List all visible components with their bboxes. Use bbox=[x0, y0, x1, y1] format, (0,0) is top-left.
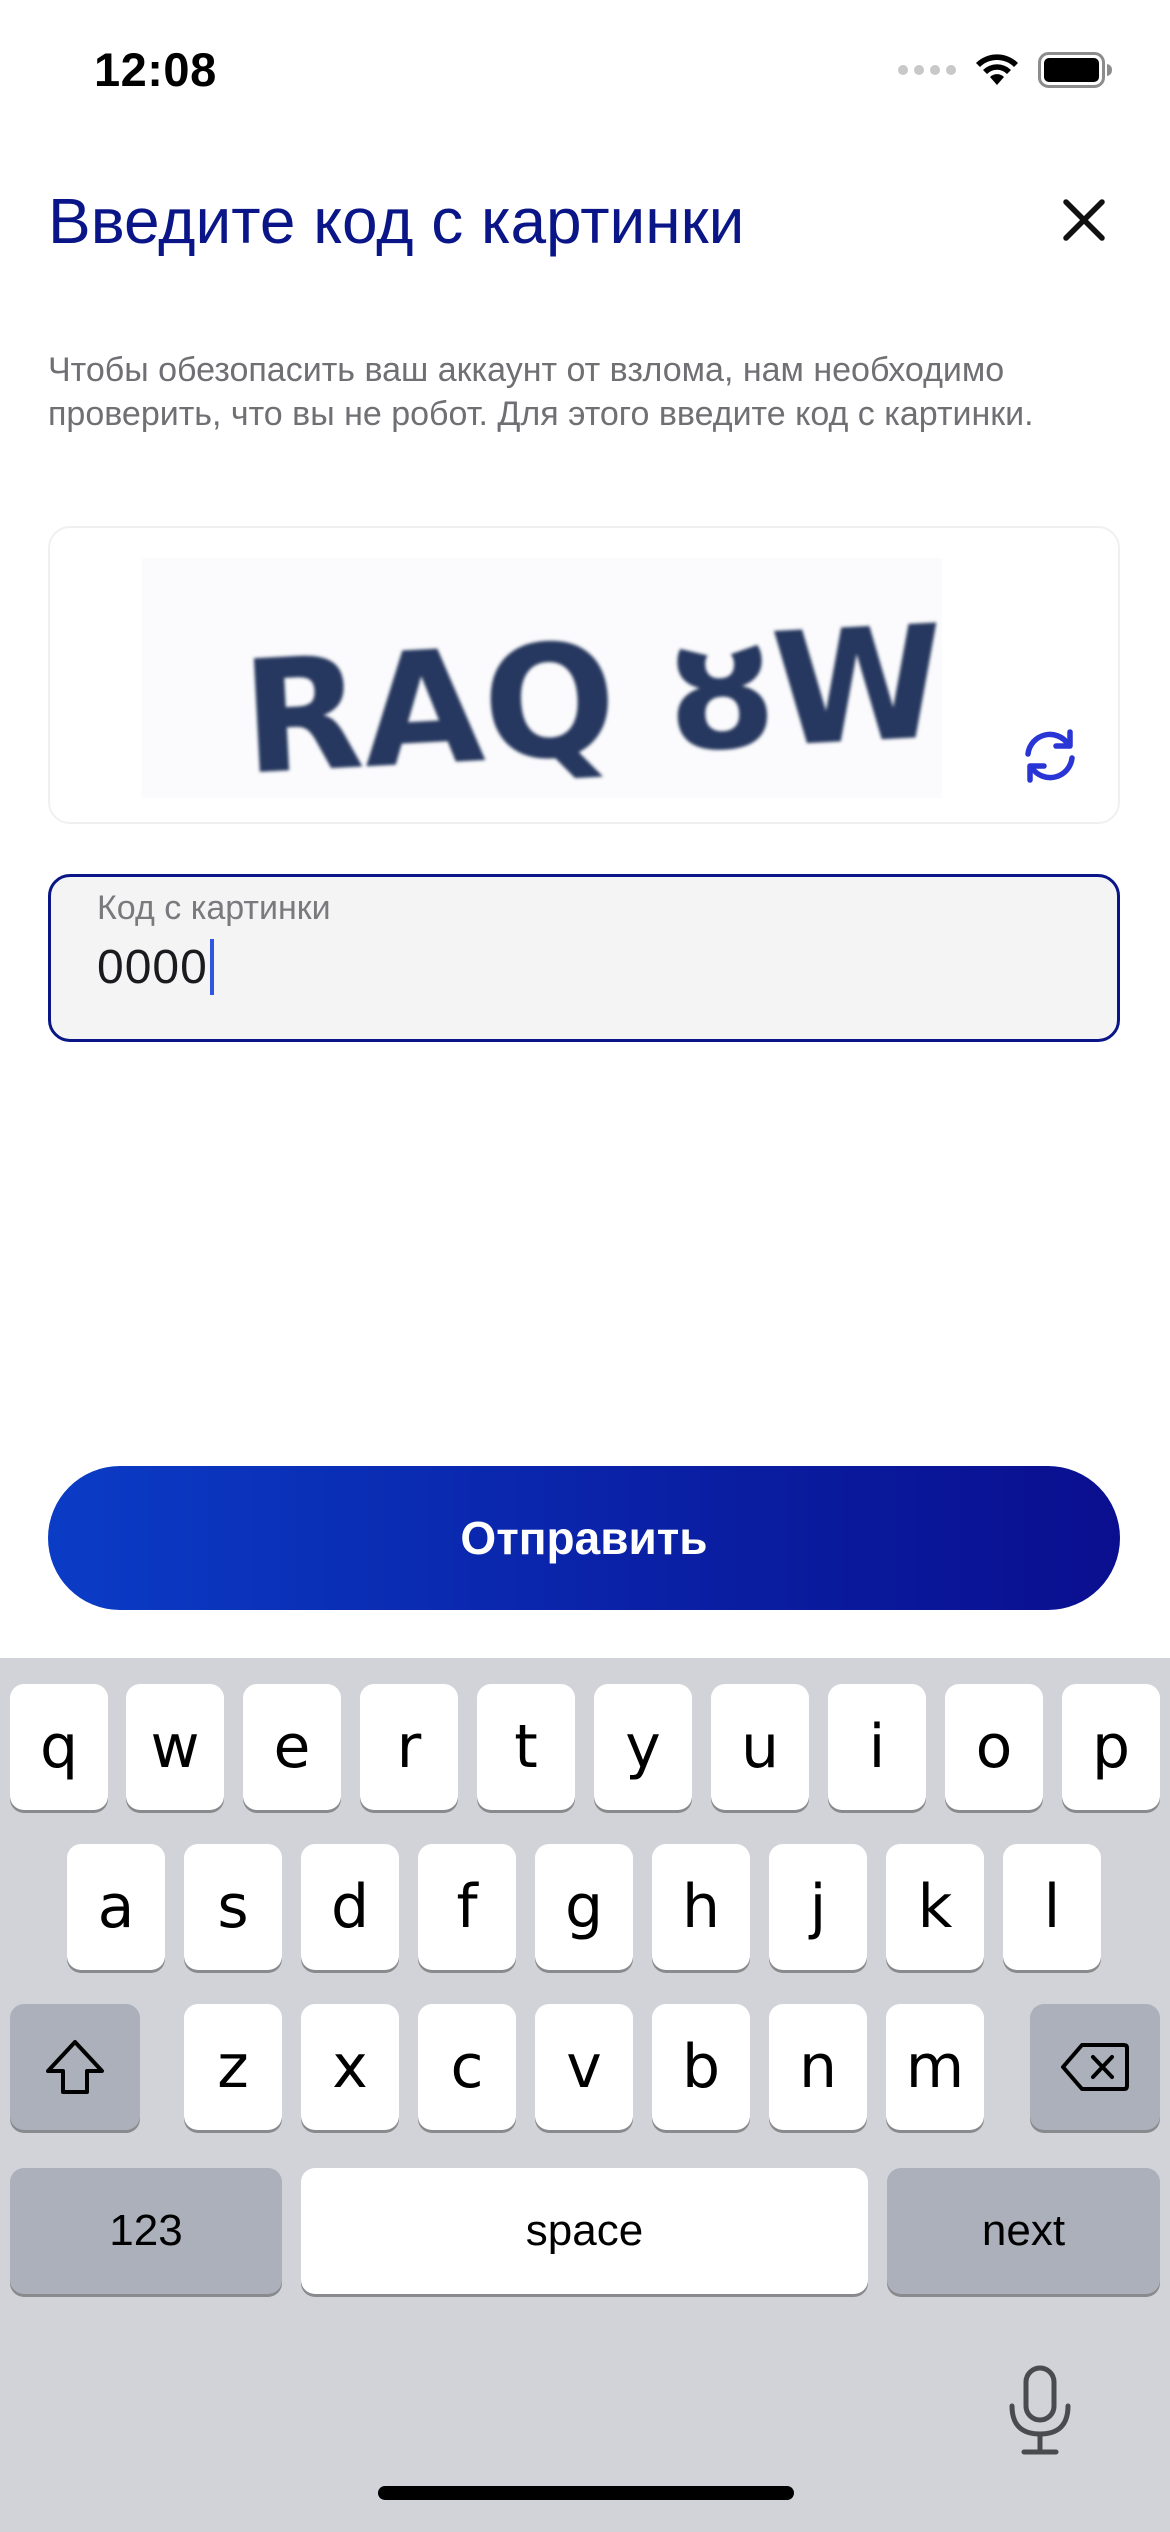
key-w[interactable]: w bbox=[126, 1684, 224, 1810]
key-l[interactable]: l bbox=[1003, 1844, 1101, 1970]
captcha-code-value: 0000 bbox=[97, 940, 208, 994]
keyboard: q w e r t y u i o p a s d f g h j k l z … bbox=[0, 1658, 1170, 2532]
battery-icon bbox=[1038, 52, 1112, 88]
key-v[interactable]: v bbox=[535, 2004, 633, 2130]
key-k[interactable]: k bbox=[886, 1844, 984, 1970]
submit-button[interactable]: Отправить bbox=[48, 1466, 1120, 1610]
captcha-card: RAQ ȣW bbox=[48, 526, 1120, 824]
key-p[interactable]: p bbox=[1062, 1684, 1160, 1810]
numbers-key[interactable]: 123 bbox=[10, 2168, 282, 2294]
refresh-captcha-button[interactable] bbox=[1018, 724, 1082, 788]
key-c[interactable]: c bbox=[418, 2004, 516, 2130]
shift-icon bbox=[46, 2040, 104, 2094]
key-x[interactable]: x bbox=[301, 2004, 399, 2130]
close-button[interactable] bbox=[1060, 196, 1108, 244]
page-title: Введите код с картинки bbox=[48, 185, 745, 257]
backspace-key[interactable] bbox=[1030, 2004, 1160, 2130]
key-y[interactable]: y bbox=[594, 1684, 692, 1810]
key-g[interactable]: g bbox=[535, 1844, 633, 1970]
key-n[interactable]: n bbox=[769, 2004, 867, 2130]
key-j[interactable]: j bbox=[769, 1844, 867, 1970]
key-s[interactable]: s bbox=[184, 1844, 282, 1970]
text-caret bbox=[209, 939, 214, 995]
description-text: Чтобы обезопасить ваш аккаунт от взлома,… bbox=[48, 351, 1034, 433]
wifi-icon bbox=[976, 54, 1018, 85]
microphone-icon bbox=[1009, 2365, 1071, 2455]
refresh-icon bbox=[1025, 729, 1075, 783]
submit-button-label: Отправить bbox=[460, 1512, 708, 1564]
key-f[interactable]: f bbox=[418, 1844, 516, 1970]
home-indicator bbox=[378, 2486, 794, 2500]
status-time: 12:08 bbox=[94, 43, 217, 96]
cellular-signal-icon bbox=[898, 65, 956, 75]
key-d[interactable]: d bbox=[301, 1844, 399, 1970]
key-h[interactable]: h bbox=[652, 1844, 750, 1970]
key-o[interactable]: o bbox=[945, 1684, 1043, 1810]
key-q[interactable]: q bbox=[10, 1684, 108, 1810]
captcha-image: RAQ ȣW bbox=[142, 558, 942, 798]
key-r[interactable]: r bbox=[360, 1684, 458, 1810]
key-t[interactable]: t bbox=[477, 1684, 575, 1810]
key-i[interactable]: i bbox=[828, 1684, 926, 1810]
dictation-button[interactable] bbox=[1004, 2362, 1076, 2458]
key-a[interactable]: a bbox=[67, 1844, 165, 1970]
status-icons bbox=[898, 52, 1114, 88]
captcha-code-field[interactable]: Код с картинки 0000 bbox=[48, 874, 1120, 1042]
close-icon bbox=[1063, 199, 1105, 241]
key-b[interactable]: b bbox=[652, 2004, 750, 2130]
key-e[interactable]: e bbox=[243, 1684, 341, 1810]
shift-key[interactable] bbox=[10, 2004, 140, 2130]
key-z[interactable]: z bbox=[184, 2004, 282, 2130]
space-key[interactable]: space bbox=[301, 2168, 868, 2294]
next-key[interactable]: next bbox=[887, 2168, 1160, 2294]
captcha-text: RAQ ȣW bbox=[238, 591, 942, 798]
captcha-code-input[interactable]: 0000 bbox=[97, 939, 214, 995]
key-u[interactable]: u bbox=[711, 1684, 809, 1810]
key-m[interactable]: m bbox=[886, 2004, 984, 2130]
captcha-code-label: Код с картинки bbox=[97, 889, 331, 927]
backspace-icon bbox=[1061, 2043, 1129, 2091]
